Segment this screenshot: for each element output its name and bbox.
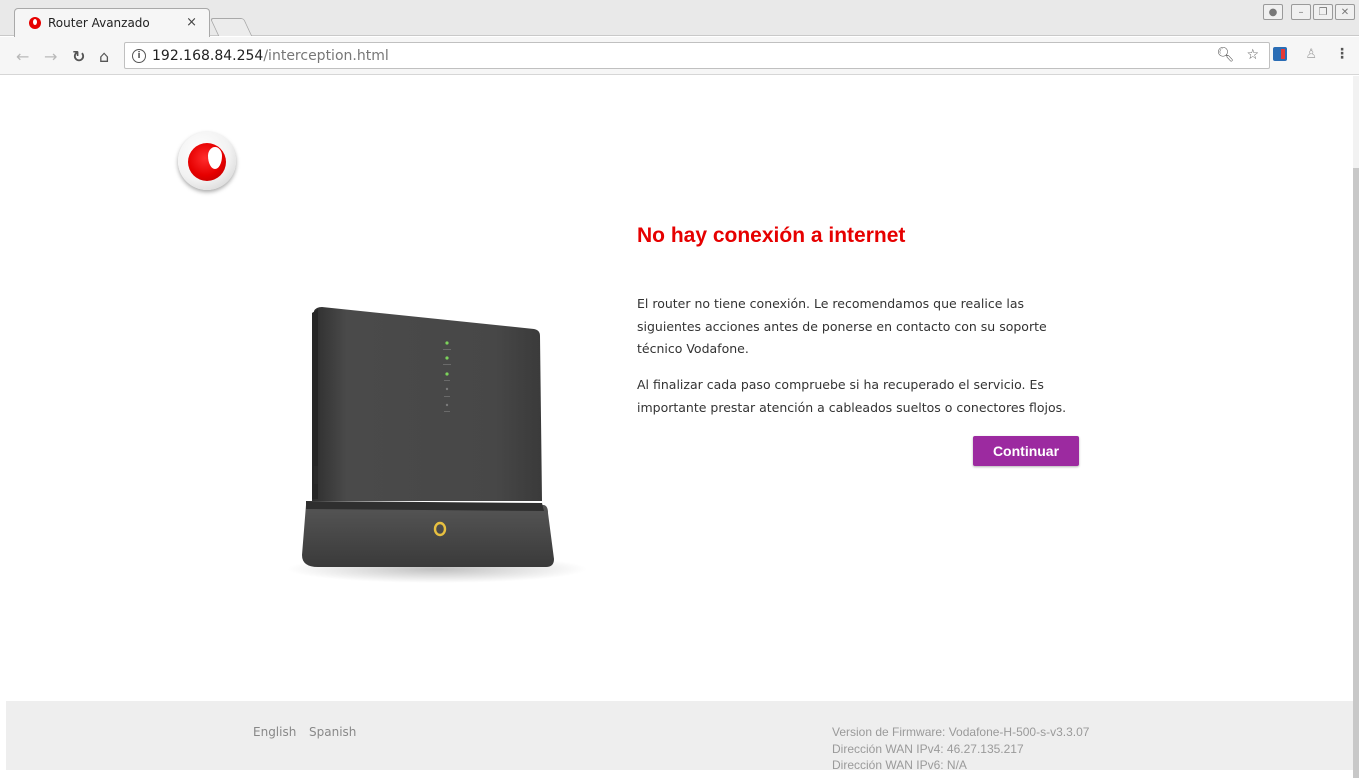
extension-icon[interactable] bbox=[1273, 47, 1288, 61]
restore-icon[interactable]: ❐ bbox=[1313, 4, 1333, 20]
tab-title: Router Avanzado bbox=[48, 16, 150, 30]
url-path: /interception.html bbox=[263, 47, 389, 64]
language-link-english[interactable]: English bbox=[253, 725, 296, 739]
vodafone-favicon-icon bbox=[29, 17, 41, 29]
instruction-paragraph: Al finalizar cada paso compruebe si ha r… bbox=[637, 377, 1067, 415]
footer: English Spanish Version de Firmware: Vod… bbox=[6, 701, 1353, 770]
menu-icon[interactable]: ⋮ bbox=[1335, 46, 1349, 62]
continue-button[interactable]: Continuar bbox=[973, 436, 1079, 466]
browser-toolbar: ← → ↻ ⌂ i 192.168.84.254/interception.ht… bbox=[0, 37, 1359, 75]
back-arrow-icon[interactable]: ← bbox=[16, 47, 29, 66]
address-bar[interactable]: i 192.168.84.254/interception.html 🔍︎ ☆ bbox=[124, 42, 1270, 69]
tab-strip: Router Avanzado × ● – ❐ ✕ bbox=[0, 0, 1359, 37]
page-scrollbar[interactable] bbox=[1353, 76, 1359, 778]
page-title: No hay conexión a internet bbox=[637, 224, 906, 247]
wan-ipv4: Dirección WAN IPv4: 46.27.135.217 bbox=[832, 741, 1024, 756]
wan-ipv6: Dirección WAN IPv6: N/A bbox=[832, 758, 967, 770]
extension-area: ♙ ⋮ bbox=[1273, 46, 1349, 62]
language-link-spanish[interactable]: Spanish bbox=[309, 725, 356, 739]
browser-tab[interactable]: Router Avanzado × bbox=[14, 8, 210, 37]
user-icon[interactable]: ♙ bbox=[1305, 47, 1317, 62]
page-content: No hay conexión a internet El router no … bbox=[6, 76, 1353, 770]
new-tab-button[interactable] bbox=[209, 18, 253, 36]
minimize-icon[interactable]: – bbox=[1291, 4, 1311, 20]
star-icon[interactable]: ☆ bbox=[1246, 47, 1259, 63]
intro-paragraph: El router no tiene conexión. Le recomend… bbox=[637, 296, 1047, 356]
home-icon[interactable]: ⌂ bbox=[99, 47, 109, 66]
info-icon[interactable]: i bbox=[132, 48, 146, 63]
forward-arrow-icon[interactable]: → bbox=[44, 47, 57, 66]
close-window-icon[interactable]: ✕ bbox=[1335, 4, 1355, 20]
device-info: Version de Firmware: Vodafone-H-500-s-v3… bbox=[832, 724, 1089, 770]
reload-icon[interactable]: ↻ bbox=[72, 47, 85, 66]
firmware-version: Version de Firmware: Vodafone-H-500-s-v3… bbox=[832, 725, 1090, 739]
scrollbar-thumb[interactable] bbox=[1353, 168, 1359, 778]
url-host: 192.168.84.254 bbox=[152, 47, 264, 64]
omnibox-actions: 🔍︎ ☆ bbox=[1217, 47, 1259, 63]
vodafone-logo bbox=[178, 132, 236, 190]
profile-icon[interactable]: ● bbox=[1263, 4, 1283, 20]
window-controls: ● – ❐ ✕ bbox=[1263, 4, 1355, 20]
tab-close-icon[interactable]: × bbox=[186, 15, 197, 30]
zoom-icon[interactable]: 🔍︎ bbox=[1217, 47, 1235, 63]
router-image bbox=[287, 307, 587, 583]
